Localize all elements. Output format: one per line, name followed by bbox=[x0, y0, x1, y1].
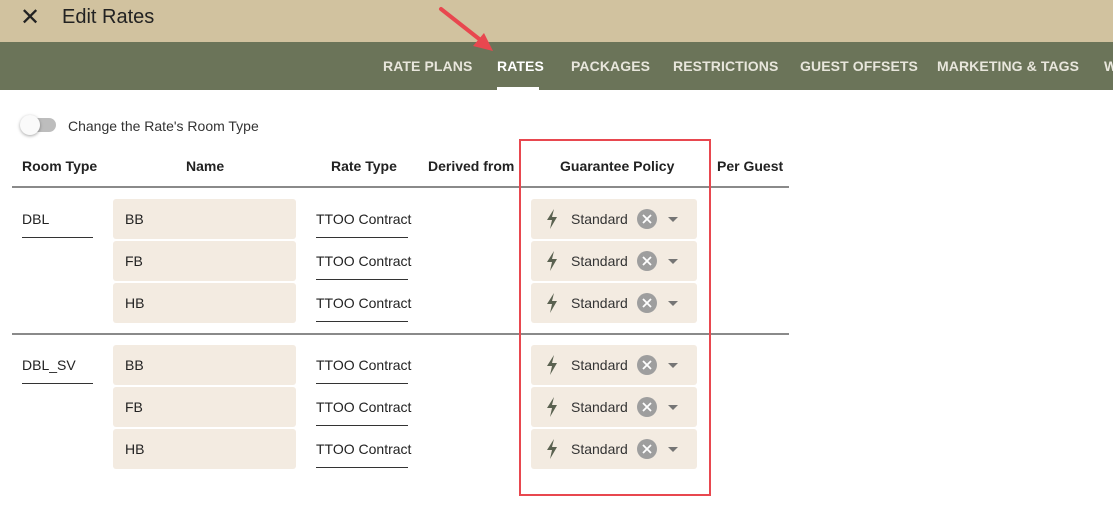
rate-name-value: FB bbox=[125, 399, 143, 415]
rate-type-field[interactable]: TTOO Contract bbox=[316, 253, 411, 269]
rate-name-value: HB bbox=[125, 441, 145, 457]
annotation-arrow bbox=[439, 7, 493, 51]
room-type-underline bbox=[22, 237, 93, 238]
rate-name-value: BB bbox=[125, 211, 144, 227]
rate-type-field[interactable]: TTOO Contract bbox=[316, 295, 411, 311]
header-name: Name bbox=[186, 158, 225, 174]
tab-overflow[interactable]: W bbox=[1104, 58, 1113, 74]
tab-restrictions[interactable]: RESTRICTIONS bbox=[673, 58, 778, 74]
rate-name-value: BB bbox=[125, 357, 144, 373]
toggle-knob bbox=[20, 115, 40, 135]
rate-name-value: HB bbox=[125, 295, 145, 311]
room-type-underline bbox=[22, 383, 93, 384]
rate-name-field[interactable]: BB bbox=[113, 199, 296, 239]
rate-name-field[interactable]: HB bbox=[113, 429, 296, 469]
room-type-field[interactable]: DBL_SV bbox=[22, 357, 76, 373]
rate-type-underline bbox=[316, 383, 408, 384]
rate-name-field[interactable]: HB bbox=[113, 283, 296, 323]
annotation-highlight-box bbox=[519, 139, 711, 496]
room-type-field[interactable]: DBL bbox=[22, 211, 49, 227]
header-rate-type: Rate Type bbox=[331, 158, 397, 174]
rate-type-underline bbox=[316, 237, 408, 238]
tab-marketing-tags[interactable]: MARKETING & TAGS bbox=[937, 58, 1079, 74]
rate-name-field[interactable]: FB bbox=[113, 241, 296, 281]
rate-type-underline bbox=[316, 279, 408, 280]
toggle-label: Change the Rate's Room Type bbox=[68, 118, 259, 134]
tab-guest-offsets[interactable]: GUEST OFFSETS bbox=[800, 58, 918, 74]
rate-type-field[interactable]: TTOO Contract bbox=[316, 441, 411, 457]
header-derived-from: Derived from bbox=[428, 158, 515, 174]
header-room-type: Room Type bbox=[22, 158, 98, 174]
tab-rates[interactable]: RATES bbox=[497, 58, 544, 74]
close-icon[interactable]: ✕ bbox=[16, 4, 44, 32]
rate-type-field[interactable]: TTOO Contract bbox=[316, 357, 411, 373]
rate-name-field[interactable]: BB bbox=[113, 345, 296, 385]
tab-bar: RATE PLANS RATES PACKAGES RESTRICTIONS G… bbox=[0, 42, 1113, 90]
rate-type-underline bbox=[316, 425, 408, 426]
room-type-toggle[interactable] bbox=[20, 115, 56, 135]
active-tab-indicator bbox=[497, 87, 539, 90]
rate-name-value: FB bbox=[125, 253, 143, 269]
tab-rate-plans[interactable]: RATE PLANS bbox=[383, 58, 472, 74]
tab-packages[interactable]: PACKAGES bbox=[571, 58, 650, 74]
header-per-guest: Per Guest bbox=[717, 158, 784, 174]
top-bar: ✕ Edit Rates bbox=[0, 0, 1113, 42]
page-title: Edit Rates bbox=[62, 6, 155, 28]
rate-name-field[interactable]: FB bbox=[113, 387, 296, 427]
rate-type-field[interactable]: TTOO Contract bbox=[316, 399, 411, 415]
rate-type-underline bbox=[316, 467, 408, 468]
rate-type-underline bbox=[316, 321, 408, 322]
rate-type-field[interactable]: TTOO Contract bbox=[316, 211, 411, 227]
